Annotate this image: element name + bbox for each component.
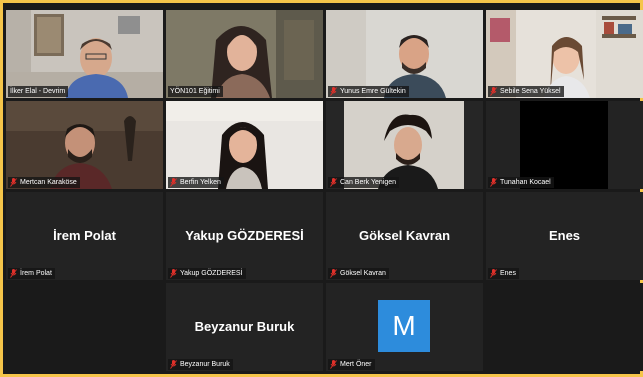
participant-tile[interactable]: İrem Polat İrem Polat xyxy=(6,192,163,280)
participant-name-label: Göksel Kavran xyxy=(328,268,389,279)
participant-tile[interactable]: İlker Elal - Devrim xyxy=(6,10,163,98)
participant-name-label: Berfin Yelken xyxy=(168,177,224,188)
muted-mic-icon xyxy=(170,178,177,187)
participant-tile[interactable]: Berfin Yelken xyxy=(166,101,323,189)
muted-mic-icon xyxy=(170,360,177,369)
participant-name-label: Mertcan Karaköse xyxy=(8,177,80,188)
muted-mic-icon xyxy=(10,269,17,278)
participant-video xyxy=(166,101,323,189)
participant-name-label: Tunahan Kocael xyxy=(488,177,554,188)
participant-tile[interactable]: Enes Enes xyxy=(486,192,643,280)
participant-display-name: İrem Polat xyxy=(53,228,116,243)
participant-display-name: Enes xyxy=(548,228,581,243)
participant-name: Enes xyxy=(500,270,516,277)
muted-mic-icon xyxy=(10,178,17,187)
participant-name-label: İrem Polat xyxy=(8,268,55,279)
participant-name-label: Enes xyxy=(488,268,519,279)
participant-name: İrem Polat xyxy=(20,270,52,277)
participant-tile[interactable]: Mertcan Karaköse xyxy=(6,101,163,189)
participant-display-name: Beyzanur Buruk xyxy=(194,319,295,334)
participant-tile[interactable]: Can Berk Yenigen xyxy=(326,101,483,189)
participant-video xyxy=(486,10,643,98)
participant-name-label: Yunus Emre Gültekin xyxy=(328,86,409,97)
participant-tile[interactable]: Tunahan Kocael xyxy=(486,101,643,189)
muted-mic-icon xyxy=(490,178,497,187)
participant-name: Berfin Yelken xyxy=(180,179,221,186)
muted-mic-icon xyxy=(330,87,337,96)
participant-name: YÖN101 Eğitimi xyxy=(170,88,220,95)
participant-name: İlker Elal - Devrim xyxy=(10,88,66,95)
muted-mic-icon xyxy=(490,87,497,96)
participant-display-name: Göksel Kavran xyxy=(358,228,451,243)
participant-video xyxy=(166,10,323,98)
participant-name: Mertcan Karaköse xyxy=(20,179,77,186)
participant-video xyxy=(326,101,483,189)
participant-name-label: İlker Elal - Devrim xyxy=(8,86,69,97)
participant-name: Tunahan Kocael xyxy=(500,179,551,186)
participant-name: Mert Öner xyxy=(340,361,372,368)
participant-video xyxy=(486,101,643,189)
participant-name: Sebile Sena Yüksel xyxy=(500,88,561,95)
participant-name-label: Beyzanur Buruk xyxy=(168,359,233,370)
muted-mic-icon xyxy=(330,269,337,278)
participant-name-label: Mert Öner xyxy=(328,359,375,370)
gallery-view: İlker Elal - Devrim YÖN101 Eğitimi Yunus… xyxy=(3,3,643,374)
participant-name-label: YÖN101 Eğitimi xyxy=(168,86,223,97)
participant-video xyxy=(6,101,163,189)
participant-name: Beyzanur Buruk xyxy=(180,361,230,368)
participant-name-label: Sebile Sena Yüksel xyxy=(488,86,564,97)
participant-tile[interactable]: M Mert Öner xyxy=(326,283,483,371)
participant-tile-active-speaker[interactable]: YÖN101 Eğitimi xyxy=(166,10,323,98)
participant-name-label: Can Berk Yenigen xyxy=(328,177,400,188)
participant-tile[interactable]: Beyzanur Buruk Beyzanur Buruk xyxy=(166,283,323,371)
participant-display-name: Yakup GÖZDERESİ xyxy=(185,228,304,243)
participant-tile[interactable]: Göksel Kavran Göksel Kavran xyxy=(326,192,483,280)
participant-tile[interactable]: Yunus Emre Gültekin xyxy=(326,10,483,98)
muted-mic-icon xyxy=(330,178,337,187)
muted-mic-icon xyxy=(330,360,337,369)
participant-name: Göksel Kavran xyxy=(340,270,386,277)
participant-name: Can Berk Yenigen xyxy=(340,179,397,186)
participant-video xyxy=(326,10,483,98)
participant-name-label: Yakup GÖZDERESİ xyxy=(168,268,246,279)
muted-mic-icon xyxy=(170,269,177,278)
participant-tile[interactable]: Sebile Sena Yüksel xyxy=(486,10,643,98)
participant-name: Yakup GÖZDERESİ xyxy=(180,270,243,277)
empty-tile xyxy=(6,283,163,371)
empty-tile xyxy=(486,283,643,371)
participant-tile[interactable]: Yakup GÖZDERESİ Yakup GÖZDERESİ xyxy=(166,192,323,280)
muted-mic-icon xyxy=(490,269,497,278)
avatar: M xyxy=(378,300,430,352)
participant-name: Yunus Emre Gültekin xyxy=(340,88,406,95)
participant-video xyxy=(6,10,163,98)
